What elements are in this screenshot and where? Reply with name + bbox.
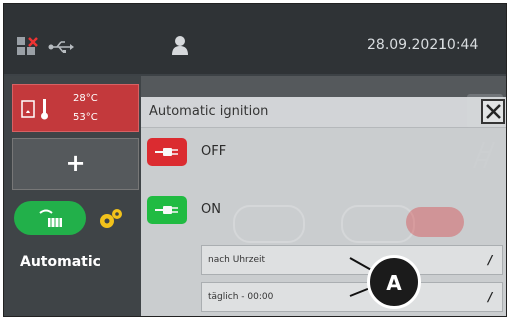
callout-marker: A [367,255,421,309]
app-screen: 28.09.2021 10:44 28°C 53°C + Automatic A… [3,3,507,317]
callout-leader-lines [349,257,383,297]
callout-label: A [386,271,402,295]
